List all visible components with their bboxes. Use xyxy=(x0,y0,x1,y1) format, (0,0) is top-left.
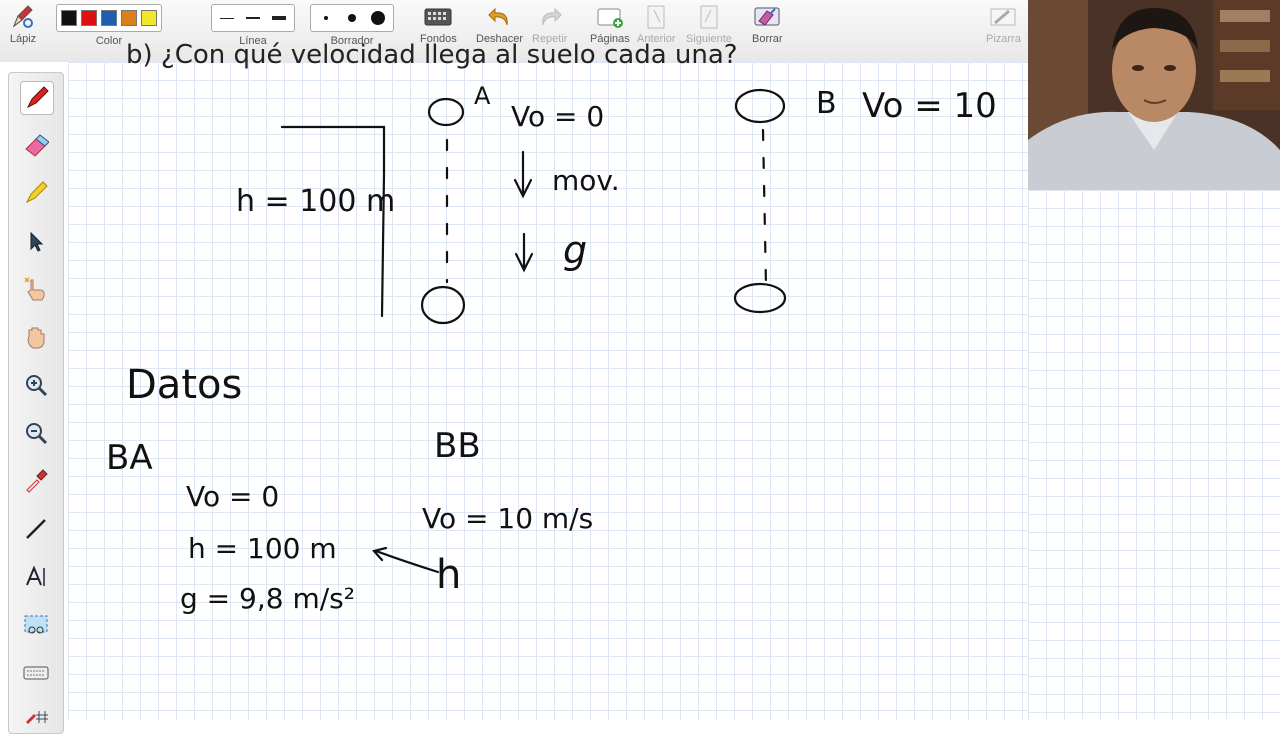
whiteboard-canvas[interactable]: b) ¿Con qué velocidad llega al suelo cad… xyxy=(68,40,1028,720)
datos-title: Datos xyxy=(126,362,243,408)
presenter-video-frame xyxy=(1028,0,1280,190)
ball-a-data-h: h = 100 m xyxy=(188,532,337,565)
color-label: Color xyxy=(95,35,123,47)
ball-b-bottom xyxy=(733,282,787,314)
mov-arrow xyxy=(513,150,533,199)
pages-button[interactable]: Páginas xyxy=(590,4,630,45)
screen-capture-button[interactable] xyxy=(20,609,52,641)
building-outline xyxy=(280,125,386,318)
color-swatch-blue[interactable] xyxy=(101,10,117,26)
pen-tool-button[interactable] xyxy=(20,81,54,115)
zoom-out-button[interactable] xyxy=(20,417,52,449)
pointer-hand-tool-button[interactable] xyxy=(20,273,52,305)
color-swatches xyxy=(56,4,162,32)
zoom-out-icon xyxy=(23,420,49,446)
ball-b-data-label: BB xyxy=(434,426,481,466)
color-picker-tool-button[interactable] xyxy=(20,465,52,497)
redo-arrow-icon xyxy=(535,4,565,30)
keyboard-icon xyxy=(23,663,49,683)
pointer-arrow xyxy=(371,546,440,574)
clear-label: Borrar xyxy=(752,33,783,45)
ball-a-data-g: g = 9,8 m/s² xyxy=(180,582,355,615)
line-tool-button[interactable] xyxy=(20,513,52,545)
text-tool-icon xyxy=(23,564,49,590)
eraser-small[interactable] xyxy=(315,7,337,29)
highlighter-tool-button[interactable] xyxy=(20,129,52,161)
zoom-in-button[interactable] xyxy=(20,369,52,401)
webcam-video xyxy=(1028,0,1280,190)
undo-button[interactable]: Deshacer xyxy=(476,4,523,45)
backgrounds-button[interactable]: Fondos xyxy=(420,4,457,45)
scissors-capture-icon xyxy=(23,612,49,638)
add-page-icon xyxy=(595,4,625,30)
clear-button[interactable]: Borrar xyxy=(752,4,783,45)
ball-a-data-v0: Vo = 0 xyxy=(186,480,280,513)
highlighter-icon xyxy=(23,180,49,206)
keyboard-background-icon xyxy=(423,4,453,30)
zoom-in-icon xyxy=(23,372,49,398)
previous-page-icon xyxy=(641,4,671,30)
whiteboard-canvas-right[interactable] xyxy=(1028,190,1280,720)
redo-button[interactable]: Repetir xyxy=(532,4,567,45)
ball-a-top xyxy=(427,97,465,127)
ball-b-data-h: h xyxy=(436,552,462,598)
previous-page-button[interactable]: Anterior xyxy=(637,4,676,45)
select-tool-button[interactable] xyxy=(20,225,52,257)
undo-arrow-icon xyxy=(485,4,515,30)
whiteboard-button[interactable]: Pizarra xyxy=(986,4,1021,45)
eraser-medium[interactable] xyxy=(341,7,363,29)
color-swatch-orange[interactable] xyxy=(121,10,137,26)
ball-b-top xyxy=(734,88,786,124)
line-thick[interactable] xyxy=(268,7,290,29)
ball-b-data-v0: Vo = 10 m/s xyxy=(422,502,594,535)
ball-b-label: B xyxy=(816,86,837,121)
next-page-icon xyxy=(694,4,724,30)
grid-pen-icon xyxy=(23,707,49,727)
ball-a-bottom xyxy=(420,285,466,325)
pointing-hand-icon xyxy=(23,276,49,302)
ball-b-initial-velocity: Vo = 10 xyxy=(862,86,997,126)
eraser-size-options xyxy=(310,4,394,32)
tool-sidebar-panel xyxy=(8,72,64,734)
pencil-tool[interactable]: Lápiz xyxy=(8,4,38,45)
motion-label: mov. xyxy=(552,164,620,197)
ball-a-data-label: BA xyxy=(106,438,153,478)
tool-sidebar xyxy=(0,62,68,734)
more-tools-button[interactable] xyxy=(20,701,52,733)
pan-tool-button[interactable] xyxy=(20,321,52,353)
cursor-arrow-icon xyxy=(25,230,47,252)
text-tool-button[interactable] xyxy=(20,561,52,593)
pencil-icon xyxy=(8,4,38,30)
ball-a-label: A xyxy=(474,82,491,110)
g-arrow xyxy=(514,232,534,273)
line-icon xyxy=(23,516,49,542)
whiteboard-label: Pizarra xyxy=(986,33,1021,45)
eraser-icon xyxy=(23,132,49,158)
whiteboard-pen-icon xyxy=(988,4,1018,30)
next-page-button[interactable]: Siguiente xyxy=(686,4,732,45)
gravity-label: g xyxy=(563,228,588,272)
eyedropper-icon xyxy=(23,468,49,494)
color-swatch-black[interactable] xyxy=(61,10,77,26)
color-swatch-yellow[interactable] xyxy=(141,10,157,26)
color-swatch-red[interactable] xyxy=(81,10,97,26)
ball-a-initial-velocity: Vo = 0 xyxy=(511,100,605,133)
pen-icon xyxy=(24,85,50,111)
line-medium[interactable] xyxy=(242,7,264,29)
marker-tool-button[interactable] xyxy=(20,177,52,209)
line-width-options xyxy=(211,4,295,32)
ball-b-path xyxy=(761,128,768,288)
pencil-label: Lápiz xyxy=(9,33,37,45)
height-label: h = 100 m xyxy=(236,184,396,219)
clear-board-icon xyxy=(752,4,782,30)
hand-icon xyxy=(23,324,49,350)
eraser-large[interactable] xyxy=(367,7,389,29)
line-thin[interactable] xyxy=(216,7,238,29)
keyboard-tool-button[interactable] xyxy=(20,657,52,689)
